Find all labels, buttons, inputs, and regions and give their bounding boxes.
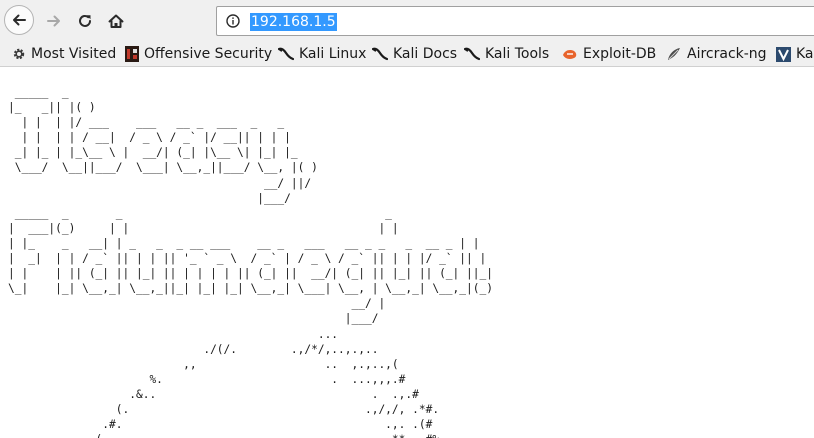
home-button[interactable]: [104, 9, 128, 33]
kali-dragon-icon: [372, 47, 388, 61]
bookmark-kali-linux[interactable]: Kali Linux: [278, 42, 366, 66]
exploit-db-icon: [563, 50, 577, 59]
bookmark-kali-forums[interactable]: Ka: [776, 42, 814, 66]
bookmark-most-visited[interactable]: Most Visited: [12, 42, 116, 66]
back-button[interactable]: [4, 5, 34, 35]
kali-dragon-icon: [464, 47, 480, 61]
bookmark-label: Offensive Security: [144, 46, 273, 62]
aircrack-icon: [668, 48, 680, 60]
bookmark-offensive-security[interactable]: Offensive Security: [125, 42, 272, 66]
reload-button[interactable]: [73, 9, 97, 33]
browser-chrome: 192.168.1.5 Most Visited Offensive Secur…: [0, 0, 814, 67]
bookmark-label: Kali Tools: [485, 46, 550, 62]
back-arrow-icon: [13, 14, 26, 26]
home-icon: [108, 14, 124, 28]
page-content: _____ _ |_ _|| |( ) | | | |/ ___ ___ __ …: [0, 67, 814, 438]
reload-icon: [79, 14, 91, 27]
ascii-art-banner: _____ _ |_ _|| |( ) | | | |/ ___ ___ __ …: [8, 86, 493, 438]
bookmark-label: Ka: [796, 46, 814, 62]
offsec-icon: [125, 46, 139, 62]
forward-arrow-icon: [47, 15, 60, 27]
navigation-toolbar: 192.168.1.5: [0, 0, 814, 42]
bookmark-label: Kali Linux: [299, 46, 367, 62]
bookmark-label: Aircrack-ng: [687, 46, 767, 62]
kali-forums-icon: [776, 46, 791, 62]
url-text[interactable]: 192.168.1.5: [250, 13, 337, 31]
url-bar[interactable]: 192.168.1.5: [216, 6, 814, 36]
bookmarks-toolbar: Most Visited Offensive Security Kali Lin…: [0, 42, 814, 66]
bookmark-aircrack-ng[interactable]: Aircrack-ng: [666, 42, 767, 66]
info-icon[interactable]: [226, 14, 240, 28]
bookmark-label: Most Visited: [31, 46, 117, 62]
bookmark-label: Exploit-DB: [583, 46, 657, 62]
gear-icon: [13, 48, 25, 60]
kali-dragon-icon: [278, 47, 294, 61]
bookmark-exploit-db[interactable]: Exploit-DB: [562, 42, 656, 66]
bookmark-kali-docs[interactable]: Kali Docs: [372, 42, 457, 66]
bookmark-label: Kali Docs: [393, 46, 458, 62]
forward-button[interactable]: [42, 9, 66, 33]
bookmark-kali-tools[interactable]: Kali Tools: [464, 42, 549, 66]
